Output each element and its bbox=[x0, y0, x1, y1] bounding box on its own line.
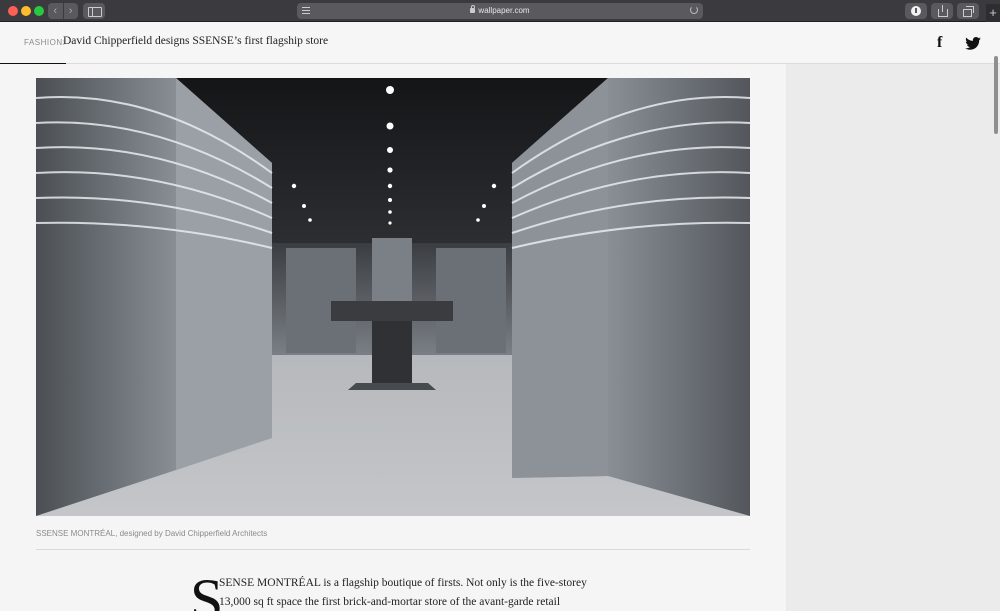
article-header: FASHION: David Chipperfield designs SSEN… bbox=[0, 22, 1000, 64]
minimize-window-button[interactable] bbox=[21, 6, 31, 16]
facebook-icon[interactable]: f bbox=[937, 35, 942, 51]
caption-divider bbox=[36, 549, 750, 550]
reload-icon[interactable] bbox=[690, 6, 698, 14]
sidebar-toggle-button[interactable] bbox=[83, 3, 105, 19]
category-label[interactable]: FASHION: bbox=[24, 38, 65, 47]
image-caption: SSENSE MONTRÉAL, designed by David Chipp… bbox=[36, 529, 268, 538]
page-scrollbar[interactable] bbox=[994, 56, 998, 134]
history-nav: ‹ › bbox=[48, 3, 78, 19]
hero-image bbox=[36, 78, 750, 516]
body-text-line: 13,000 sq ft space the first brick-and-m… bbox=[219, 596, 561, 608]
twitter-icon[interactable] bbox=[965, 37, 981, 50]
browser-toolbar: ‹ › wallpaper.com + bbox=[0, 0, 1000, 22]
chevron-left-icon: ‹ bbox=[53, 5, 58, 17]
url-display: wallpaper.com bbox=[297, 3, 703, 19]
address-bar[interactable]: wallpaper.com bbox=[297, 3, 703, 19]
lock-icon bbox=[470, 5, 476, 13]
url-text: wallpaper.com bbox=[478, 6, 530, 15]
right-sidebar bbox=[786, 64, 1000, 611]
zoom-window-button[interactable] bbox=[34, 6, 44, 16]
back-button[interactable]: ‹ bbox=[48, 3, 63, 19]
share-button[interactable] bbox=[931, 3, 953, 19]
forward-button[interactable]: › bbox=[62, 3, 79, 19]
downloads-button[interactable] bbox=[905, 3, 927, 19]
close-window-button[interactable] bbox=[8, 6, 18, 16]
store-interior-photo bbox=[36, 78, 750, 516]
body-text-line: SENSE MONTRÉAL is a flagship boutique of… bbox=[219, 577, 587, 589]
article-title: David Chipperfield designs SSENSE’s firs… bbox=[63, 35, 329, 47]
chevron-right-icon: › bbox=[68, 5, 73, 17]
new-tab-button[interactable]: + bbox=[986, 4, 1000, 22]
tab-overview-button[interactable] bbox=[957, 3, 979, 19]
